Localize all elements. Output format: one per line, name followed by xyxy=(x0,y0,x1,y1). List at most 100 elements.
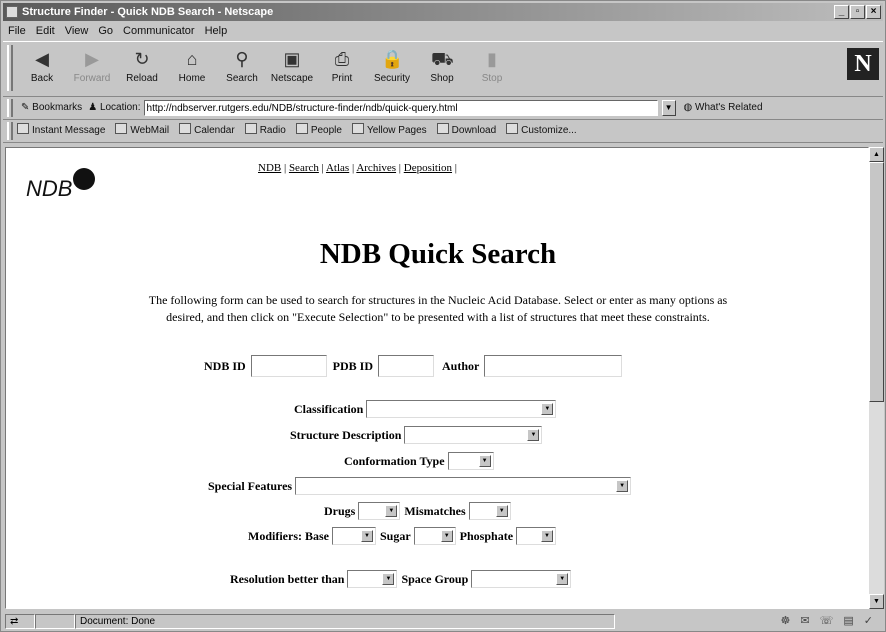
close-button[interactable]: × xyxy=(866,5,881,19)
menu-file[interactable]: File xyxy=(3,22,31,40)
whats-related-button[interactable]: ◍ What's Related xyxy=(684,97,763,119)
instant-message-link[interactable]: Instant Message xyxy=(17,120,105,142)
navigator-icon[interactable]: ☸ xyxy=(781,612,791,631)
back-button[interactable]: ◀ Back xyxy=(17,42,67,92)
lock-icon: 🔒 xyxy=(381,49,404,69)
special-features-select[interactable]: ▼ xyxy=(295,477,632,495)
discussion-icon[interactable]: ☏ xyxy=(820,612,834,631)
mismatches-label: Mismatches xyxy=(404,503,466,518)
maximize-button[interactable]: ▫ xyxy=(850,5,865,19)
check-icon[interactable]: ✓ xyxy=(864,612,873,631)
bookmark-page-icon xyxy=(351,123,364,134)
netscape-button[interactable]: ▣ Netscape xyxy=(267,42,317,92)
mail-icon[interactable]: ✉ xyxy=(800,612,809,631)
drugs-label: Drugs xyxy=(324,503,356,518)
menu-bar: File Edit View Go Communicator Help xyxy=(3,22,232,40)
personal-grip[interactable] xyxy=(7,122,13,140)
resolution-select[interactable]: ▼ xyxy=(347,570,398,588)
drugs-select[interactable]: ▼ xyxy=(358,502,401,520)
bookmark-page-icon xyxy=(244,123,257,134)
shop-button[interactable]: ⛟ Shop xyxy=(417,42,467,92)
location-label: ♟ Location: xyxy=(88,102,141,113)
page-content: NDB NDB | Search | Atlas | Archives | De… xyxy=(5,147,869,609)
security-button[interactable]: 🔒 Security xyxy=(367,42,417,92)
radio-link[interactable]: Radio xyxy=(244,120,286,142)
stop-icon: ▮ xyxy=(487,49,497,69)
structure-description-select[interactable]: ▼ xyxy=(404,426,543,444)
chevron-down-icon: ▼ xyxy=(556,573,569,585)
scroll-down-button[interactable]: ▼ xyxy=(869,594,884,609)
space-group-select[interactable]: ▼ xyxy=(471,570,572,588)
calendar-link[interactable]: Calendar xyxy=(179,120,235,142)
home-button[interactable]: ⌂ Home xyxy=(167,42,217,92)
chevron-down-icon: ▼ xyxy=(616,480,629,492)
reload-button[interactable]: ↻ Reload xyxy=(117,42,167,92)
personal-toolbar: Instant Message WebMail Calendar Radio P… xyxy=(3,120,883,143)
nav-search-link[interactable]: Search xyxy=(289,162,319,174)
connection-icon: ⇄ xyxy=(5,614,35,629)
pdb-id-label: PDB ID xyxy=(332,358,374,373)
menu-edit[interactable]: Edit xyxy=(31,22,60,40)
bookmark-page-icon xyxy=(115,123,128,134)
drugs-row: Drugs ▼ Mismatches ▼ xyxy=(324,502,511,520)
search-button[interactable]: ⚲ Search xyxy=(217,42,267,92)
url-history-dropdown[interactable]: ▼ xyxy=(661,100,676,116)
classification-select[interactable]: ▼ xyxy=(366,400,557,418)
ndb-logo[interactable]: NDB xyxy=(26,168,96,202)
stop-button[interactable]: ▮ Stop xyxy=(467,42,517,92)
forward-arrow-icon: ▶ xyxy=(85,49,99,69)
title-bar: Structure Finder - Quick NDB Search - Ne… xyxy=(3,3,883,21)
author-label: Author xyxy=(442,358,480,373)
reload-icon: ↻ xyxy=(134,49,150,69)
mismatches-select[interactable]: ▼ xyxy=(468,502,511,520)
people-link[interactable]: People xyxy=(295,120,342,142)
classification-row: Classification ▼ xyxy=(294,400,557,418)
scroll-up-button[interactable]: ▲ xyxy=(869,147,884,162)
scroll-thumb[interactable] xyxy=(869,162,884,402)
nav-deposition-link[interactable]: Deposition xyxy=(404,162,452,174)
print-button[interactable]: ⎙ Print xyxy=(317,42,367,92)
menu-go[interactable]: Go xyxy=(93,22,118,40)
chevron-down-icon: ▼ xyxy=(382,573,395,585)
bookmarks-button[interactable]: ✎ Bookmarks xyxy=(17,97,88,119)
author-input[interactable] xyxy=(484,355,623,377)
page-proxy-icon[interactable]: ♟ xyxy=(88,102,100,113)
back-arrow-icon: ◀ xyxy=(35,49,49,69)
sugar-label: Sugar xyxy=(379,528,411,543)
vertical-scrollbar[interactable]: ▲ ▼ xyxy=(869,147,884,609)
resolution-row: Resolution better than ▼ Space Group ▼ xyxy=(230,570,572,588)
webmail-link[interactable]: WebMail xyxy=(115,120,169,142)
customize-link[interactable]: Customize... xyxy=(506,120,577,142)
composer-icon[interactable]: ▤ xyxy=(843,612,853,631)
classification-label: Classification xyxy=(294,401,364,416)
menu-communicator[interactable]: Communicator xyxy=(118,22,200,40)
minimize-button[interactable]: _ xyxy=(834,5,849,19)
chevron-down-icon: ▼ xyxy=(385,505,398,517)
print-icon: ⎙ xyxy=(334,49,350,69)
conformation-type-select[interactable]: ▼ xyxy=(447,452,494,470)
yellow-pages-link[interactable]: Yellow Pages xyxy=(351,120,427,142)
url-input[interactable]: http://ndbserver.rutgers.edu/NDB/structu… xyxy=(143,100,658,116)
bookmark-page-icon xyxy=(295,123,308,134)
related-icon: ◍ xyxy=(683,102,696,113)
location-toolbar: ✎ Bookmarks ♟ Location: http://ndbserver… xyxy=(3,97,883,120)
pdb-id-input[interactable] xyxy=(378,355,435,377)
download-link[interactable]: Download xyxy=(436,120,496,142)
nav-archives-link[interactable]: Archives xyxy=(356,162,396,174)
nav-atlas-link[interactable]: Atlas xyxy=(326,162,349,174)
progress-bar xyxy=(35,614,75,629)
nav-ndb-link[interactable]: NDB xyxy=(258,162,281,174)
toolbar-grip[interactable] xyxy=(7,45,13,91)
forward-button[interactable]: ▶ Forward xyxy=(67,42,117,92)
home-icon: ⌂ xyxy=(186,49,198,69)
special-features-row: Special Features ▼ xyxy=(208,477,632,495)
menu-help[interactable]: Help xyxy=(200,22,233,40)
menu-view[interactable]: View xyxy=(60,22,94,40)
netscape-logo[interactable]: N xyxy=(847,48,879,80)
ndb-id-input[interactable] xyxy=(250,355,327,377)
base-modifier-select[interactable]: ▼ xyxy=(331,527,376,545)
sugar-modifier-select[interactable]: ▼ xyxy=(413,527,456,545)
phosphate-modifier-select[interactable]: ▼ xyxy=(516,527,557,545)
location-grip[interactable] xyxy=(7,99,13,117)
structure-description-label: Structure Description xyxy=(290,427,402,442)
